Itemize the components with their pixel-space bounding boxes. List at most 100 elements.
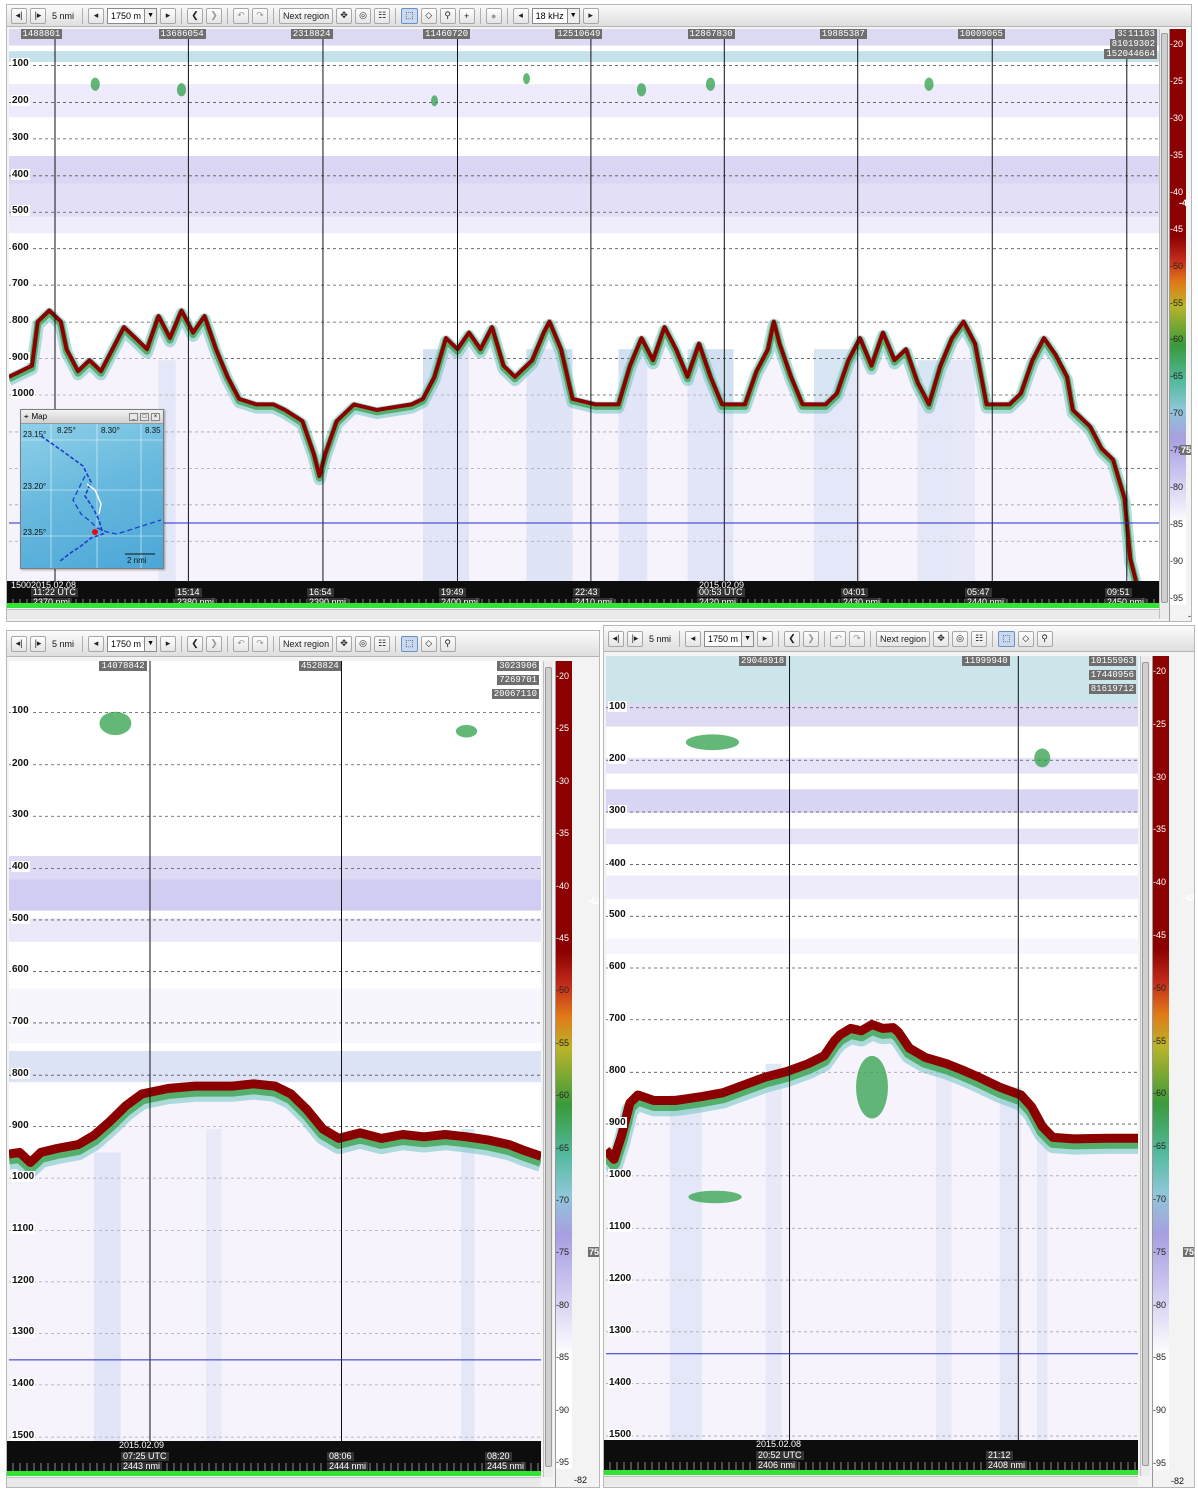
echogram-view-bottom-left[interactable]: 100 200 300 400 500 600 700 800 900 1000 1100 1200 1… [9, 661, 541, 1441]
previous-ping-button[interactable]: ◂| [11, 635, 27, 652]
chevron-down-icon[interactable]: ▼ [144, 636, 157, 651]
target-icon[interactable]: ◎ [355, 635, 372, 652]
range-decrease-button[interactable]: ◂ [685, 630, 702, 647]
vertical-scrollbar-thumb[interactable] [1142, 662, 1149, 1466]
map-titlebar[interactable]: ⌖ Map _ □ × [21, 410, 163, 424]
color-scale-bottom-left[interactable]: -20 -25 -30 -35 -40 -45 -50 -55 -60 -65 -70 -75 -80 -… [555, 661, 599, 1487]
zoom-icon[interactable]: ⚲ [1036, 630, 1053, 647]
echogram-view-bottom-right[interactable]: 100 200 300 400 500 600 700 800 900 1000 1100 1200 1… [606, 656, 1138, 1440]
undo-button[interactable]: ↶ [233, 635, 250, 652]
settings-grid-icon[interactable]: ☷ [374, 635, 391, 652]
scale-label: -40 [1153, 877, 1167, 888]
region-tool-icon[interactable]: ✥ [933, 630, 950, 647]
add-icon[interactable]: + [458, 7, 475, 24]
previous-ping-button[interactable]: ◂| [608, 630, 624, 647]
maximize-icon[interactable]: □ [140, 412, 149, 421]
eraser-icon[interactable]: ◇ [1017, 630, 1034, 647]
depth-label: 700 [608, 1012, 627, 1024]
forward-button[interactable]: ❯ [206, 7, 223, 24]
ping-number-label: 152044664 [1104, 49, 1157, 59]
select-tool-icon[interactable]: ⬚ [998, 630, 1015, 647]
eraser-icon[interactable]: ◇ [420, 7, 437, 24]
horizontal-scrollbar-bottom-right[interactable] [604, 1476, 1138, 1486]
gps-status-bar-top [7, 603, 1159, 608]
chevron-down-icon[interactable]: ▼ [144, 8, 157, 23]
settings-grid-icon[interactable]: ☷ [971, 630, 988, 647]
range-combo[interactable]: 1750 m ▼ [704, 630, 755, 647]
eraser-icon[interactable]: ◇ [420, 635, 437, 652]
map-window[interactable]: ⌖ Map _ □ × 8.25° 8.30° 8.35 23.15° 23.2… [20, 409, 164, 569]
scale-label: -80 [1170, 482, 1184, 493]
scattering-layer [9, 879, 541, 911]
range-increase-button[interactable]: ▸ [160, 635, 177, 652]
forward-button[interactable]: ❯ [803, 630, 820, 647]
next-ping-button[interactable]: |▸ [30, 7, 46, 24]
range-combo[interactable]: 1750 m ▼ [107, 635, 158, 652]
axis-ticks [609, 1462, 1136, 1470]
back-button[interactable]: ❮ [187, 7, 204, 24]
redo-button[interactable]: ↷ [252, 7, 269, 24]
select-tool-icon[interactable]: ⬚ [401, 635, 418, 652]
horizontal-scrollbar-top[interactable] [7, 609, 1159, 619]
chevron-down-icon[interactable]: ▼ [741, 631, 754, 646]
range-increase-button[interactable]: ▸ [160, 7, 177, 24]
next-region-button[interactable]: Next region [279, 7, 334, 24]
scattering-layer [606, 703, 1138, 727]
redo-button[interactable]: ↷ [849, 630, 866, 647]
vertical-scrollbar-bottom-left[interactable] [543, 661, 553, 1477]
vertical-scrollbar-thumb[interactable] [545, 667, 552, 1467]
minimize-icon[interactable]: _ [129, 412, 138, 421]
zoom-icon[interactable]: ⚲ [439, 635, 456, 652]
select-tool-icon[interactable]: ⬚ [401, 7, 418, 24]
target-icon[interactable]: ◎ [355, 7, 372, 24]
scale-label: -75 [556, 1247, 570, 1258]
echogram-view-top[interactable]: 100 200 300 400 500 600 700 800 900 1000 1488801 13… [9, 29, 1159, 581]
previous-ping-button[interactable]: ◂| [11, 7, 27, 24]
next-ping-button[interactable]: |▸ [627, 630, 643, 647]
depth-label: 500 [11, 912, 30, 924]
next-region-button[interactable]: Next region [279, 635, 334, 652]
fish-school [685, 734, 739, 751]
redo-button[interactable]: ↷ [252, 635, 269, 652]
scale-bottom-value: -82 [1171, 1476, 1185, 1486]
target-icon[interactable]: ◎ [952, 630, 969, 647]
color-scale-bottom-right[interactable]: -20 -25 -30 -35 -40 -45 -50 -55 -60 -65 -70 -75 -80 -… [1152, 656, 1194, 1487]
range-increase-button[interactable]: ▸ [757, 630, 774, 647]
ping-number-label: 11183 [1125, 29, 1157, 39]
scale-label: -25 [1153, 718, 1167, 729]
vertical-scrollbar-top[interactable] [1159, 29, 1169, 619]
horizontal-scrollbar-bottom-left[interactable] [7, 1477, 541, 1487]
vertical-scrollbar-bottom-right[interactable] [1140, 656, 1150, 1476]
back-button[interactable]: ❮ [784, 630, 801, 647]
zoom-icon[interactable]: ⚲ [439, 7, 456, 24]
close-icon[interactable]: × [151, 412, 160, 421]
forward-button[interactable]: ❯ [206, 635, 223, 652]
region-tool-icon[interactable]: ✥ [336, 635, 353, 652]
range-combo[interactable]: 1750 m ▼ [107, 7, 158, 24]
depth-label: 1000 [11, 1171, 36, 1183]
undo-button[interactable]: ↶ [830, 630, 847, 647]
map-canvas[interactable]: 8.25° 8.30° 8.35 23.15° 23.20° 23.25° 2 … [21, 424, 163, 568]
scale-threshold-value: 75 [1179, 445, 1191, 456]
color-scale-top[interactable]: -20 -25 -30 -35 -40 -45 -50 -55 -60 -65 -70 -75 -80-… [1169, 29, 1191, 621]
record-icon[interactable]: ● [485, 7, 502, 24]
axis-time-label: 20:52 UTC [756, 1450, 804, 1460]
range-decrease-button[interactable]: ◂ [88, 635, 105, 652]
range-decrease-button[interactable]: ◂ [88, 7, 105, 24]
next-region-button[interactable]: Next region [876, 630, 931, 647]
settings-grid-icon[interactable]: ☷ [374, 7, 391, 24]
map-scale-bar: 2 nmi [127, 556, 147, 565]
scale-label: -60 [1170, 334, 1184, 345]
ping-step-label: 5 nmi [649, 633, 672, 644]
frequency-next-button[interactable]: ▸ [582, 7, 599, 24]
vertical-scrollbar-thumb[interactable] [1161, 33, 1168, 603]
region-tool-icon[interactable]: ✥ [336, 7, 353, 24]
scale-label: -60 [1153, 1088, 1167, 1099]
frequency-prev-button[interactable]: ◂ [512, 7, 529, 24]
undo-button[interactable]: ↶ [233, 7, 250, 24]
next-ping-button[interactable]: |▸ [30, 635, 46, 652]
frequency-combo[interactable]: 18 kHz ▼ [531, 7, 580, 24]
back-button[interactable]: ❮ [187, 635, 204, 652]
chevron-down-icon[interactable]: ▼ [566, 8, 579, 23]
scale-label: -85 [1153, 1352, 1167, 1363]
